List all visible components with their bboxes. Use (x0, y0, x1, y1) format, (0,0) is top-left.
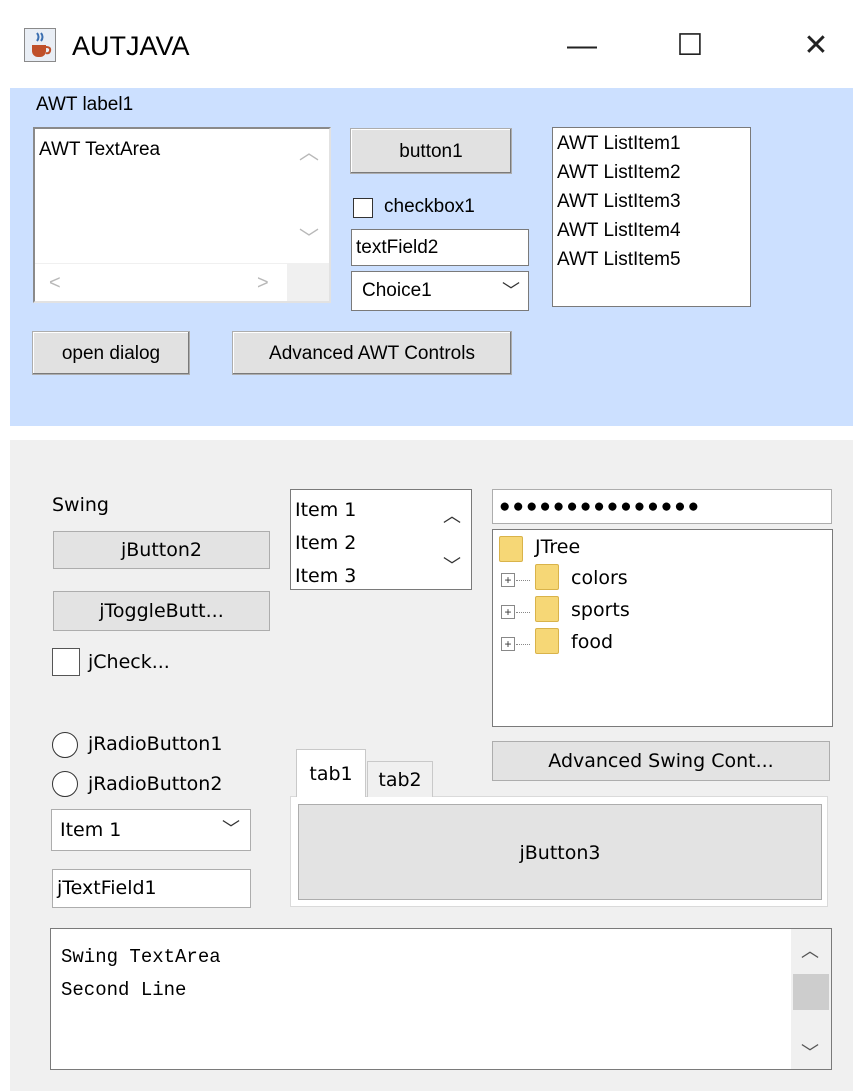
jradiobutton2[interactable] (52, 771, 78, 797)
chevron-down-icon[interactable]: ﹀ (502, 272, 520, 310)
chevron-down-icon[interactable]: ﹀ (222, 810, 240, 850)
list-item[interactable]: Item 2 (295, 527, 356, 559)
textfield2[interactable]: textField2 (351, 229, 529, 266)
scroll-down-icon[interactable]: ﹀ (443, 552, 461, 578)
list-item[interactable]: AWT ListItem5 (557, 248, 681, 272)
tree-node-sports[interactable]: sports (571, 599, 630, 621)
button1[interactable]: button1 (350, 128, 512, 174)
advanced-swing-controls-button[interactable]: Advanced Swing Cont... (492, 741, 830, 781)
awt-list[interactable]: AWT ListItem1 AWT ListItem2 AWT ListItem… (552, 127, 751, 307)
advanced-awt-controls-button[interactable]: Advanced AWT Controls (232, 331, 512, 375)
jradiobutton1-label[interactable]: jRadioButton1 (88, 733, 222, 755)
scroll-corner (287, 263, 329, 301)
checkbox1[interactable] (353, 198, 373, 218)
jtextfield1[interactable]: jTextField1 (52, 869, 251, 908)
scrollbar-thumb[interactable] (793, 974, 829, 1010)
awt-textarea[interactable]: AWT TextArea ︿ ﹀ < > (33, 127, 331, 303)
jradiobutton2-label[interactable]: jRadioButton2 (88, 773, 222, 795)
jradiobutton1[interactable] (52, 732, 78, 758)
maximize-button[interactable]: ☐ (660, 20, 720, 72)
swing-textarea-scrollbar[interactable]: ︿ ﹀ (791, 929, 831, 1069)
jlist-scrollbar[interactable]: ︿ ﹀ (433, 490, 471, 589)
tree-connector (516, 612, 530, 613)
java-cup-icon (24, 28, 56, 62)
jpasswordfield[interactable]: ●●●●●●●●●●●●●●● (492, 489, 832, 524)
awt-textarea-horizontal-scrollbar[interactable]: < > (35, 263, 287, 301)
jcheckbox[interactable] (52, 648, 80, 676)
expand-icon[interactable]: + (501, 637, 515, 651)
tree-node-food[interactable]: food (571, 631, 613, 653)
list-item[interactable]: AWT ListItem2 (557, 161, 681, 185)
list-item[interactable]: AWT ListItem4 (557, 219, 681, 243)
scroll-up-icon[interactable]: ︿ (443, 502, 461, 528)
list-item[interactable]: Item 1 (295, 494, 356, 526)
scroll-up-icon[interactable]: ︿ (801, 937, 819, 963)
open-dialog-button[interactable]: open dialog (32, 331, 190, 375)
scroll-left-icon[interactable]: < (49, 273, 61, 293)
jcombobox-value: Item 1 (60, 819, 122, 841)
folder-icon (535, 596, 559, 622)
expand-icon[interactable]: + (501, 573, 515, 587)
swing-textarea[interactable]: Swing TextArea Second Line ︿ ﹀ (50, 928, 832, 1070)
list-item[interactable]: Item 3 (295, 560, 356, 589)
tab-tab2[interactable]: tab2 (367, 761, 433, 797)
awt-textarea-text: AWT TextArea (39, 139, 161, 160)
folder-icon (535, 628, 559, 654)
expand-icon[interactable]: + (501, 605, 515, 619)
jbutton3[interactable]: jButton3 (298, 804, 822, 900)
jcheckbox-label[interactable]: jCheck... (88, 651, 170, 673)
tree-connector (516, 580, 530, 581)
choice1-dropdown[interactable]: Choice1 ﹀ (351, 271, 529, 311)
jtree[interactable]: JTree + colors + sports + food (492, 529, 833, 727)
list-item[interactable]: AWT ListItem3 (557, 190, 681, 214)
tab-tab1[interactable]: tab1 (296, 749, 366, 797)
close-button[interactable]: ✕ (786, 20, 846, 72)
tree-node-root[interactable]: JTree (535, 536, 580, 558)
swing-label: Swing (52, 494, 109, 516)
jbutton2[interactable]: jButton2 (53, 531, 270, 569)
folder-icon (535, 564, 559, 590)
awt-label: AWT label1 (36, 94, 134, 115)
scroll-up-icon[interactable]: ︿ (299, 143, 319, 163)
list-item[interactable]: AWT ListItem1 (557, 132, 681, 156)
jcombobox[interactable]: Item 1 ﹀ (51, 809, 251, 851)
choice1-value: Choice1 (362, 280, 432, 301)
jlist[interactable]: Item 1 Item 2 Item 3 ︿ ﹀ (290, 489, 472, 590)
awt-textarea-vertical-scrollbar[interactable]: ︿ ﹀ (287, 129, 329, 264)
minimize-button[interactable]: — (552, 20, 612, 72)
folder-icon (499, 536, 523, 562)
tree-connector (516, 644, 530, 645)
window-title: AUTJAVA (72, 31, 190, 61)
tree-node-colors[interactable]: colors (571, 567, 628, 589)
swing-textarea-text: Swing TextArea Second Line (61, 946, 221, 1001)
scroll-down-icon[interactable]: ﹀ (801, 1039, 819, 1065)
scroll-right-icon[interactable]: > (257, 273, 269, 293)
scroll-down-icon[interactable]: ﹀ (299, 229, 319, 249)
checkbox1-label[interactable]: checkbox1 (384, 196, 475, 218)
jtogglebutton[interactable]: jToggleButt... (53, 591, 270, 631)
